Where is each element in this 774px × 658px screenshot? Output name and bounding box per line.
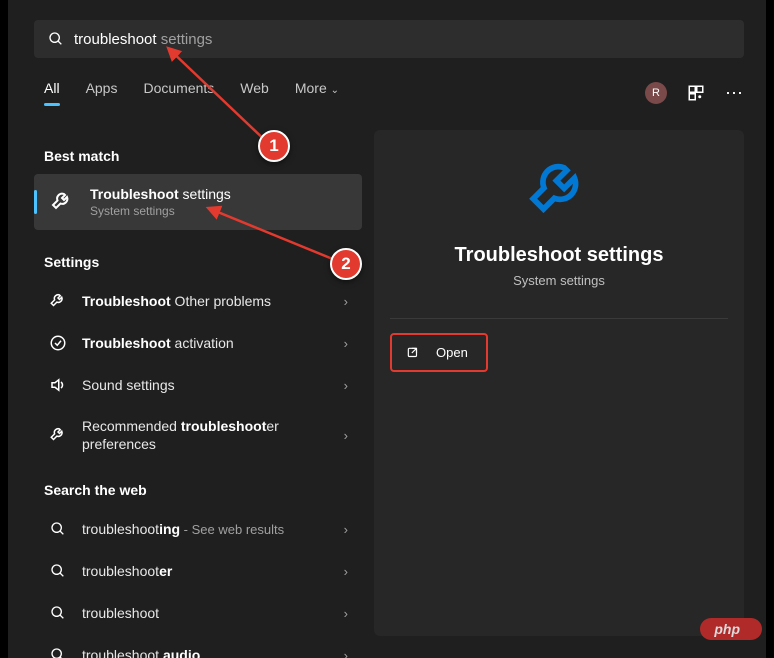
- tab-documents[interactable]: Documents: [143, 80, 214, 104]
- tab-apps[interactable]: Apps: [86, 80, 118, 104]
- open-icon: [406, 346, 420, 360]
- chevron-right-icon: ›: [344, 294, 348, 309]
- list-item-label: troubleshoot: [82, 605, 344, 621]
- search-icon: [48, 519, 68, 539]
- grid-icon[interactable]: [687, 84, 705, 102]
- open-button[interactable]: Open: [390, 333, 488, 372]
- header-actions: R ⋯: [645, 82, 744, 104]
- list-item[interactable]: Sound settings ›: [34, 364, 362, 406]
- more-options-button[interactable]: ⋯: [725, 83, 744, 104]
- list-item-label: Recommended troubleshooter preferences: [82, 417, 344, 453]
- search-text: troubleshoot settings: [74, 31, 212, 48]
- best-match-title: Troubleshoot settings: [90, 186, 231, 202]
- search-icon: [48, 603, 68, 623]
- tab-all[interactable]: All: [44, 80, 60, 104]
- chevron-down-icon: ⌄: [331, 85, 339, 96]
- best-match-label: Best match: [34, 130, 362, 174]
- search-icon: [48, 645, 68, 658]
- list-item-label: Troubleshoot Other problems: [82, 293, 344, 309]
- list-item[interactable]: troubleshoot ›: [34, 592, 362, 634]
- chevron-right-icon: ›: [344, 564, 348, 579]
- chevron-right-icon: ›: [344, 428, 348, 443]
- list-item[interactable]: troubleshooting - See web results ›: [34, 508, 362, 550]
- preview-panel: Troubleshoot settings System settings Op…: [374, 130, 744, 636]
- watermark: php: [700, 618, 762, 640]
- preview-title: Troubleshoot settings: [455, 244, 664, 267]
- user-avatar[interactable]: R: [645, 82, 667, 104]
- settings-label: Settings: [34, 236, 362, 280]
- list-item[interactable]: Troubleshoot Other problems ›: [34, 280, 362, 322]
- list-item-label: Troubleshoot activation: [82, 335, 344, 351]
- chevron-right-icon: ›: [344, 522, 348, 537]
- list-item-label: Sound settings: [82, 377, 344, 393]
- open-button-label: Open: [436, 345, 468, 360]
- list-item[interactable]: Troubleshoot activation ›: [34, 322, 362, 364]
- wrench-icon: [48, 188, 76, 216]
- list-item[interactable]: troubleshooter ›: [34, 550, 362, 592]
- search-icon: [48, 561, 68, 581]
- list-item[interactable]: troubleshoot audio ›: [34, 634, 362, 658]
- search-input[interactable]: troubleshoot settings: [34, 20, 744, 58]
- best-match-subtitle: System settings: [90, 204, 231, 218]
- list-item[interactable]: Recommended troubleshooter preferences ›: [34, 406, 362, 464]
- list-item-label: troubleshoot audio: [82, 647, 344, 658]
- wrench-icon: [48, 291, 68, 311]
- sound-icon: [48, 375, 68, 395]
- tabs: All Apps Documents Web More ⌄: [44, 80, 339, 104]
- list-item-label: troubleshooting - See web results: [82, 521, 344, 537]
- search-icon: [48, 31, 64, 47]
- chevron-right-icon: ›: [344, 336, 348, 351]
- wrench-icon: [48, 425, 68, 445]
- best-match-item[interactable]: Troubleshoot settings System settings: [34, 174, 362, 230]
- chevron-right-icon: ›: [344, 606, 348, 621]
- chevron-right-icon: ›: [344, 648, 348, 658]
- wrench-icon: [528, 160, 590, 222]
- list-item-label: troubleshooter: [82, 563, 344, 579]
- tab-more[interactable]: More ⌄: [295, 80, 339, 104]
- results-list: Best match Troubleshoot settings System …: [34, 130, 362, 658]
- preview-subtitle: System settings: [513, 273, 605, 288]
- search-web-label: Search the web: [34, 464, 362, 508]
- divider: [390, 318, 728, 319]
- tab-web[interactable]: Web: [240, 80, 269, 104]
- chevron-right-icon: ›: [344, 378, 348, 393]
- check-circle-icon: [48, 333, 68, 353]
- search-panel: troubleshoot settings All Apps Documents…: [8, 0, 766, 658]
